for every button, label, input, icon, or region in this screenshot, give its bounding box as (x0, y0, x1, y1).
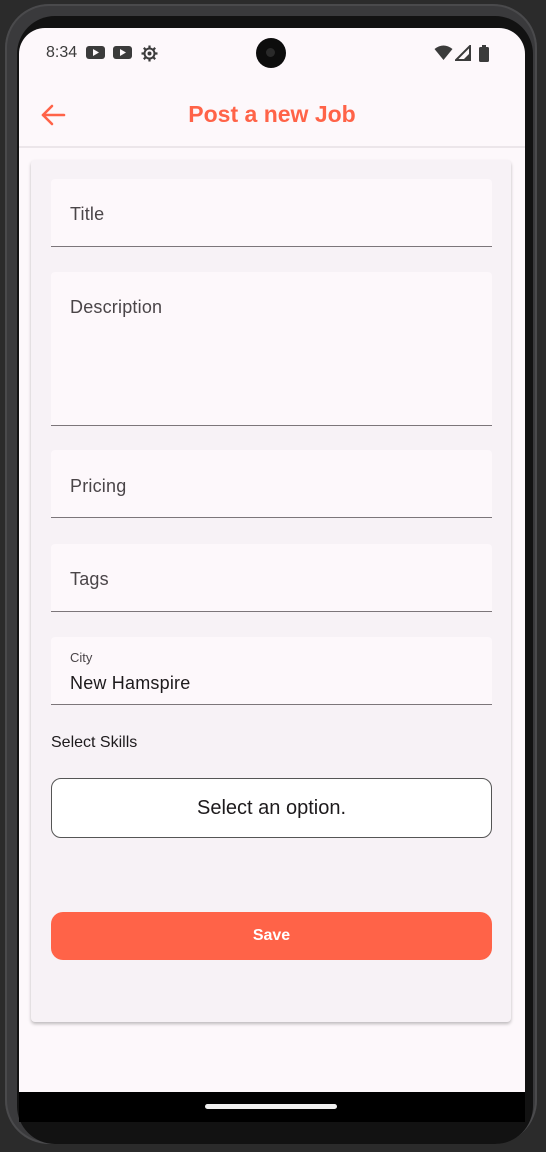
title-field-label: Title (70, 204, 105, 224)
app-screen: 8:34 Post a new Job Title Description Pr… (19, 28, 525, 1120)
pricing-field[interactable]: Pricing (51, 450, 492, 518)
job-form-card: Title Description Pricing Tags City New … (31, 160, 511, 1022)
select-skills-label: Select Skills (51, 734, 138, 751)
page-title: Post a new Job (188, 101, 356, 127)
battery-icon (479, 45, 489, 67)
pricing-field-label: Pricing (70, 476, 127, 496)
tags-field[interactable]: Tags (51, 544, 492, 612)
volume-button (538, 330, 542, 400)
save-button[interactable]: Save (51, 912, 492, 960)
status-bar: 8:34 (19, 28, 525, 80)
device-frame: 8:34 Post a new Job Title Description Pr… (0, 0, 546, 1152)
home-indicator[interactable] (205, 1104, 337, 1109)
city-field-value: New Hamspire (70, 673, 191, 693)
system-navigation-bar (19, 1092, 525, 1122)
description-field[interactable]: Description (51, 272, 492, 426)
status-time: 8:34 (46, 44, 78, 61)
power-button (538, 250, 542, 290)
city-field[interactable]: City New Hamspire (51, 637, 492, 705)
tags-field-label: Tags (70, 569, 109, 589)
cellular-signal-icon (453, 43, 471, 66)
youtube-icon (113, 45, 132, 65)
settings-gear-icon (141, 45, 158, 67)
skills-dropdown[interactable]: Select an option. (51, 778, 492, 838)
youtube-icon (86, 45, 105, 65)
description-field-label: Description (70, 297, 163, 317)
front-camera (256, 38, 286, 68)
wifi-icon (434, 45, 453, 66)
title-field[interactable]: Title (51, 179, 492, 247)
app-bar: Post a new Job (19, 88, 525, 148)
city-field-label: City (70, 650, 93, 665)
